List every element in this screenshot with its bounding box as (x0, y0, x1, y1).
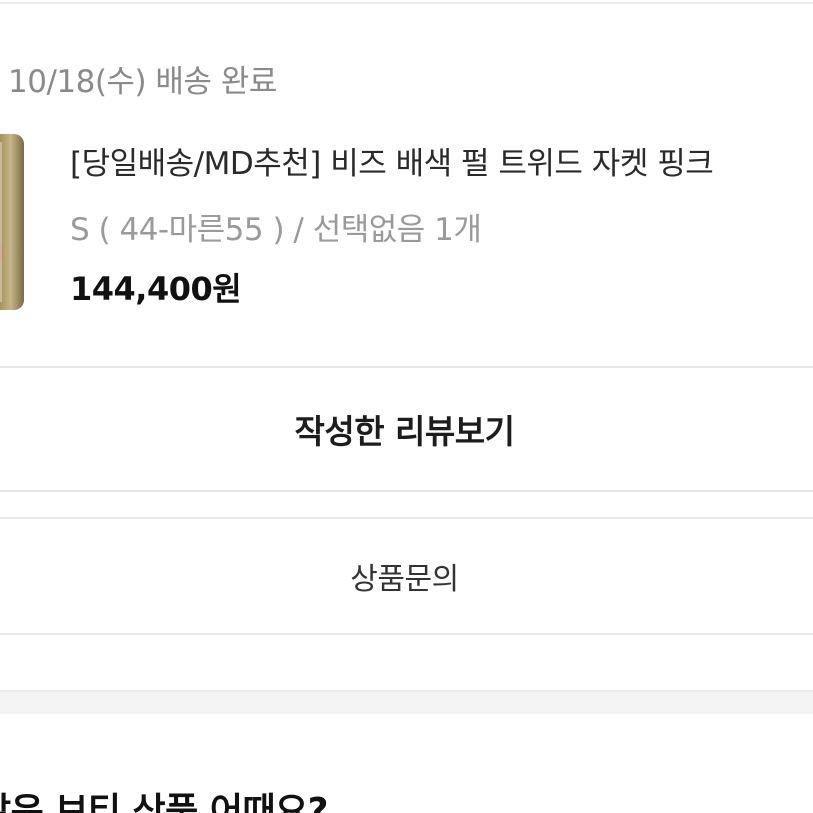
recommend-section-title: 같은 브티 상품 어때요? (0, 791, 329, 813)
product-inquiry-button[interactable]: 상품문의 (0, 517, 813, 635)
thumbnail-shine (0, 142, 2, 302)
top-divider (0, 2, 813, 4)
delivery-status: 10/18(수) 배송 완료 (8, 64, 277, 100)
product-price: 144,400원 (70, 270, 242, 308)
product-option: S ( 44-마른55 ) / 선택없음 1개 (70, 212, 482, 248)
order-detail-page: 10/18(수) 배송 완료 [당일배송/MD추천] 비즈 배색 펄 트위드 자… (0, 0, 813, 813)
section-gap (0, 690, 813, 714)
view-review-button[interactable]: 작성한 리뷰보기 (0, 366, 813, 492)
product-thumbnail[interactable] (0, 134, 24, 310)
product-title[interactable]: [당일배송/MD추천] 비즈 배색 펄 트위드 자켓 핑크 (70, 138, 714, 183)
